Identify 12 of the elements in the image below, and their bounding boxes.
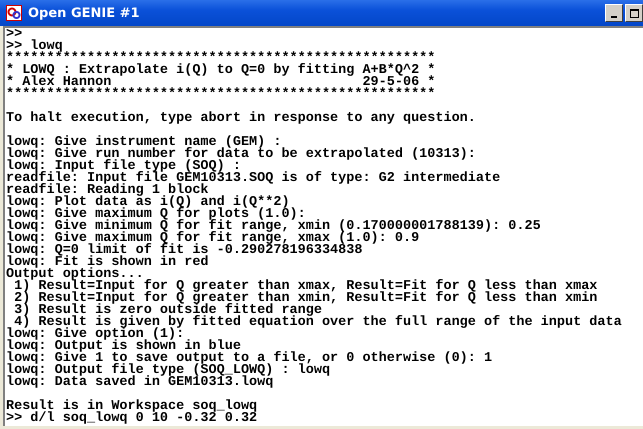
app-icon xyxy=(6,5,22,21)
maximize-button[interactable] xyxy=(625,4,643,22)
console-line: lowq: Data saved in GEM10313.lowq xyxy=(6,377,274,389)
console-line: To halt execution, type abort in response to any question. xyxy=(6,113,476,125)
console-line: lowq: Output is shown in blue xyxy=(6,341,241,353)
window-title: Open GENIE #1 xyxy=(28,6,140,20)
console-line: Output options... xyxy=(6,269,144,281)
console-line: >> d/l soq_lowq 0 10 -0.32 0.32 xyxy=(6,413,258,425)
console-line: >> xyxy=(6,29,22,41)
minimize-button[interactable] xyxy=(605,4,623,22)
maximize-icon xyxy=(630,9,638,18)
console-line: ***************************************************** xyxy=(6,89,436,101)
